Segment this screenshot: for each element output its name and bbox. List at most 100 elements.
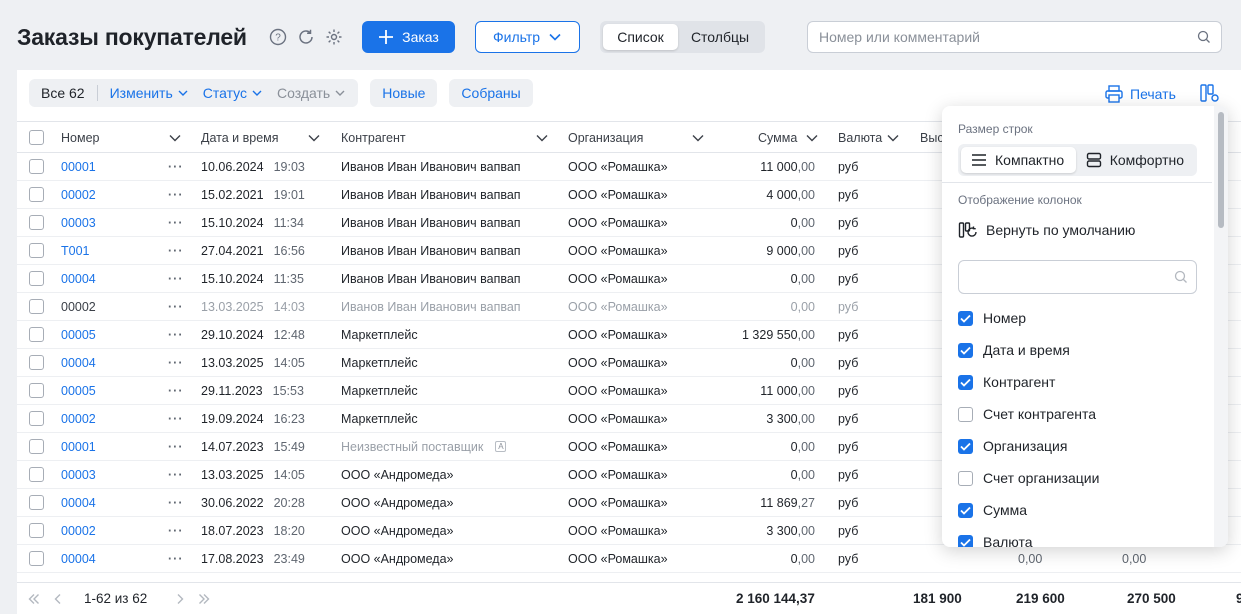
tab-list[interactable]: Список (603, 24, 678, 50)
row-menu-icon[interactable]: ··· (168, 377, 184, 404)
popover-scrollbar[interactable] (1214, 106, 1228, 547)
row-menu-icon[interactable]: ··· (168, 405, 184, 432)
chevron-down-icon[interactable] (168, 131, 182, 145)
table-row[interactable]: 00004 ··· 17.08.2023 23:49 ООО «Андромеда» ОО… (17, 545, 1241, 573)
chevron-down-icon[interactable] (886, 131, 900, 145)
column-toggle-checkbox[interactable] (958, 470, 973, 486)
scrollbar-thumb[interactable] (1218, 112, 1224, 228)
search-input[interactable]: Номер или комментарий (807, 21, 1222, 53)
row-menu-icon[interactable]: ··· (168, 349, 184, 376)
order-number-link[interactable]: 00003 (61, 209, 96, 236)
column-search-input[interactable] (958, 260, 1197, 294)
row-menu-icon[interactable]: ··· (168, 293, 184, 320)
row-size-comfort[interactable]: Комфортно (1076, 147, 1194, 173)
help-icon[interactable]: ? (269, 28, 287, 46)
order-number-link[interactable]: 00004 (61, 349, 96, 376)
order-number-link[interactable]: 00004 (61, 545, 96, 572)
order-number-link[interactable]: 00001 (61, 153, 96, 180)
reset-columns-button[interactable]: Вернуть по умолчанию (958, 220, 1135, 240)
chevron-down-icon[interactable] (535, 131, 549, 145)
row-checkbox[interactable] (29, 405, 44, 432)
row-checkbox[interactable] (29, 153, 44, 180)
next-page-button[interactable] (173, 583, 187, 614)
order-number-link[interactable]: T001 (61, 237, 90, 264)
column-header-party[interactable]: Контрагент (341, 122, 406, 153)
tab-columns[interactable]: Столбцы (678, 24, 762, 50)
refresh-icon[interactable] (297, 28, 315, 46)
quick-filter-new[interactable]: Новые (370, 79, 438, 107)
chevron-down-icon[interactable] (691, 131, 705, 145)
order-number-link[interactable]: 00002 (61, 517, 96, 544)
order-number-link[interactable]: 00004 (61, 265, 96, 292)
row-checkbox[interactable] (29, 181, 44, 208)
row-checkbox[interactable] (29, 517, 44, 544)
row-menu-icon[interactable]: ··· (168, 461, 184, 488)
row-checkbox[interactable] (29, 349, 44, 376)
last-page-button[interactable] (197, 583, 211, 614)
row-checkbox[interactable] (29, 321, 44, 348)
select-all-count[interactable]: Все 62 (41, 85, 85, 101)
row-menu-icon[interactable]: ··· (168, 237, 184, 264)
row-menu-icon[interactable]: ··· (168, 181, 184, 208)
column-header-date[interactable]: Дата и время (201, 122, 279, 153)
row-menu-icon[interactable]: ··· (168, 545, 184, 572)
order-number-link[interactable]: 00005 (61, 377, 96, 404)
create-order-button[interactable]: Заказ (362, 21, 455, 53)
row-checkbox[interactable] (29, 545, 44, 572)
row-menu-icon[interactable]: ··· (168, 321, 184, 348)
column-toggle-item[interactable]: Валюта (958, 532, 1033, 547)
column-settings-icon[interactable] (1199, 82, 1221, 104)
order-number-link[interactable]: 00002 (61, 405, 96, 432)
column-toggle-item[interactable]: Организация (958, 436, 1067, 456)
column-toggle-item[interactable]: Счет организации (958, 468, 1099, 488)
row-menu-icon[interactable]: ··· (168, 489, 184, 516)
column-header-shipped[interactable]: Выс (920, 122, 944, 153)
order-number-link[interactable]: 00002 (61, 181, 96, 208)
edit-menu[interactable]: Изменить (110, 85, 189, 101)
column-toggle-item[interactable]: Номер (958, 308, 1026, 328)
print-button[interactable]: Печать (1104, 84, 1176, 104)
row-menu-icon[interactable]: ··· (168, 265, 184, 292)
column-header-number[interactable]: Номер (61, 122, 99, 153)
column-toggle-item[interactable]: Счет контрагента (958, 404, 1096, 424)
row-checkbox[interactable] (29, 293, 44, 320)
order-number-link[interactable]: 00005 (61, 321, 96, 348)
row-checkbox[interactable] (29, 377, 44, 404)
settings-gear-icon[interactable] (325, 28, 343, 46)
row-menu-icon[interactable]: ··· (168, 433, 184, 460)
chevron-down-icon[interactable] (805, 131, 819, 145)
row-menu-icon[interactable]: ··· (168, 153, 184, 180)
column-toggle-checkbox[interactable] (958, 374, 973, 390)
column-toggle-checkbox[interactable] (958, 342, 973, 358)
order-number-link[interactable]: 00004 (61, 489, 96, 516)
column-header-sum[interactable]: Сумма (758, 122, 797, 153)
row-checkbox[interactable] (29, 265, 44, 292)
row-checkbox[interactable] (29, 433, 44, 460)
column-toggle-checkbox[interactable] (958, 438, 973, 454)
prev-page-button[interactable] (51, 583, 65, 614)
column-header-currency[interactable]: Валюта (838, 122, 882, 153)
row-size-compact[interactable]: Компактно (961, 147, 1076, 173)
column-toggle-item[interactable]: Контрагент (958, 372, 1055, 392)
column-header-org[interactable]: Организация (568, 122, 643, 153)
column-toggle-item[interactable]: Сумма (958, 500, 1027, 520)
column-toggle-checkbox[interactable] (958, 310, 973, 326)
row-checkbox[interactable] (29, 237, 44, 264)
row-checkbox[interactable] (29, 209, 44, 236)
order-number-link[interactable]: 00001 (61, 433, 96, 460)
create-menu[interactable]: Создать (277, 85, 346, 101)
row-menu-icon[interactable]: ··· (168, 517, 184, 544)
column-toggle-item[interactable]: Дата и время (958, 340, 1070, 360)
status-menu[interactable]: Статус (203, 85, 263, 101)
column-toggle-checkbox[interactable] (958, 406, 973, 422)
row-checkbox[interactable] (29, 461, 44, 488)
row-menu-icon[interactable]: ··· (168, 209, 184, 236)
column-toggle-checkbox[interactable] (958, 502, 973, 518)
order-number-link[interactable]: 00003 (61, 461, 96, 488)
order-number-link[interactable]: 00002 (61, 293, 96, 320)
quick-filter-collected[interactable]: Собраны (449, 79, 533, 107)
first-page-button[interactable] (27, 583, 41, 614)
select-all-checkbox[interactable] (29, 122, 44, 153)
column-toggle-checkbox[interactable] (958, 534, 973, 547)
row-checkbox[interactable] (29, 489, 44, 516)
